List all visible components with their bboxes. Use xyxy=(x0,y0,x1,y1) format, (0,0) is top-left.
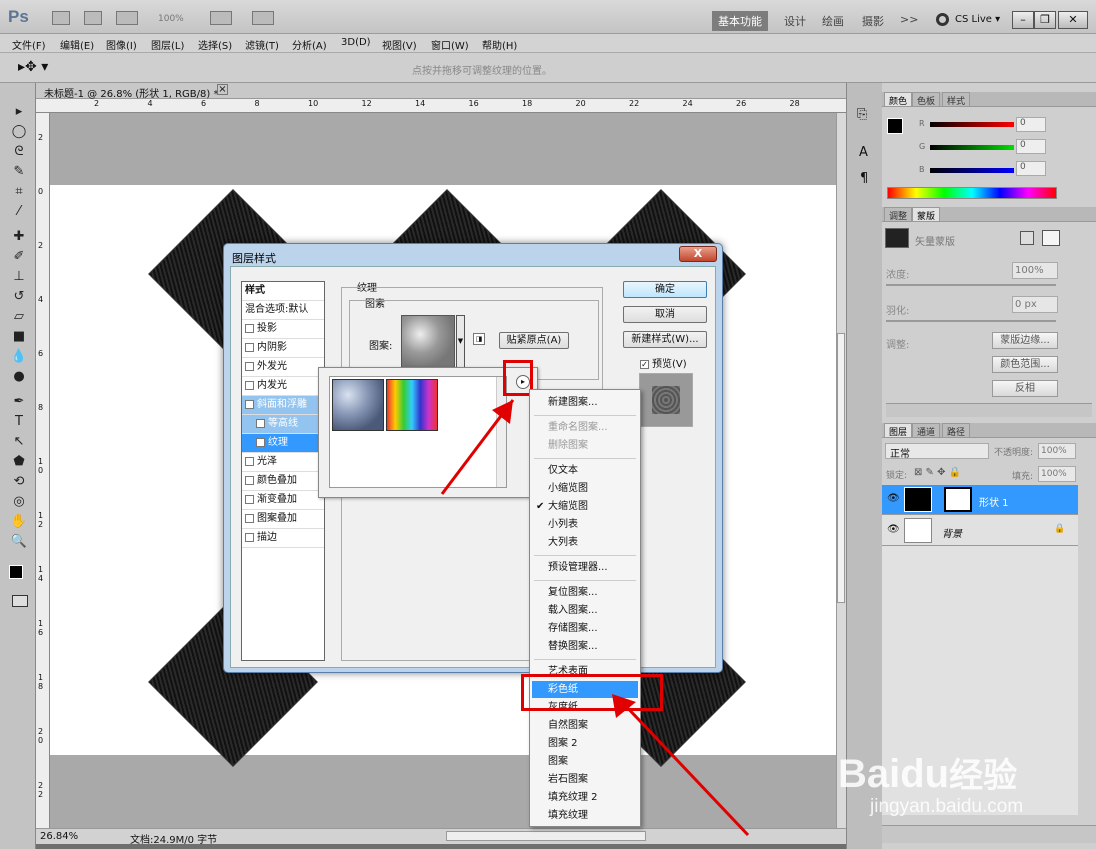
watermark-url: jingyan.baidu.com xyxy=(870,796,1024,817)
annotation-arrow-head xyxy=(492,400,513,424)
watermark-brand: Baidu xyxy=(838,752,950,796)
annotation-arrow-line xyxy=(620,700,750,837)
baidu-watermark: Baidu经验 xyxy=(838,748,1017,797)
annotation-arrows xyxy=(440,399,750,837)
watermark-cn: 经验 xyxy=(949,757,1018,795)
